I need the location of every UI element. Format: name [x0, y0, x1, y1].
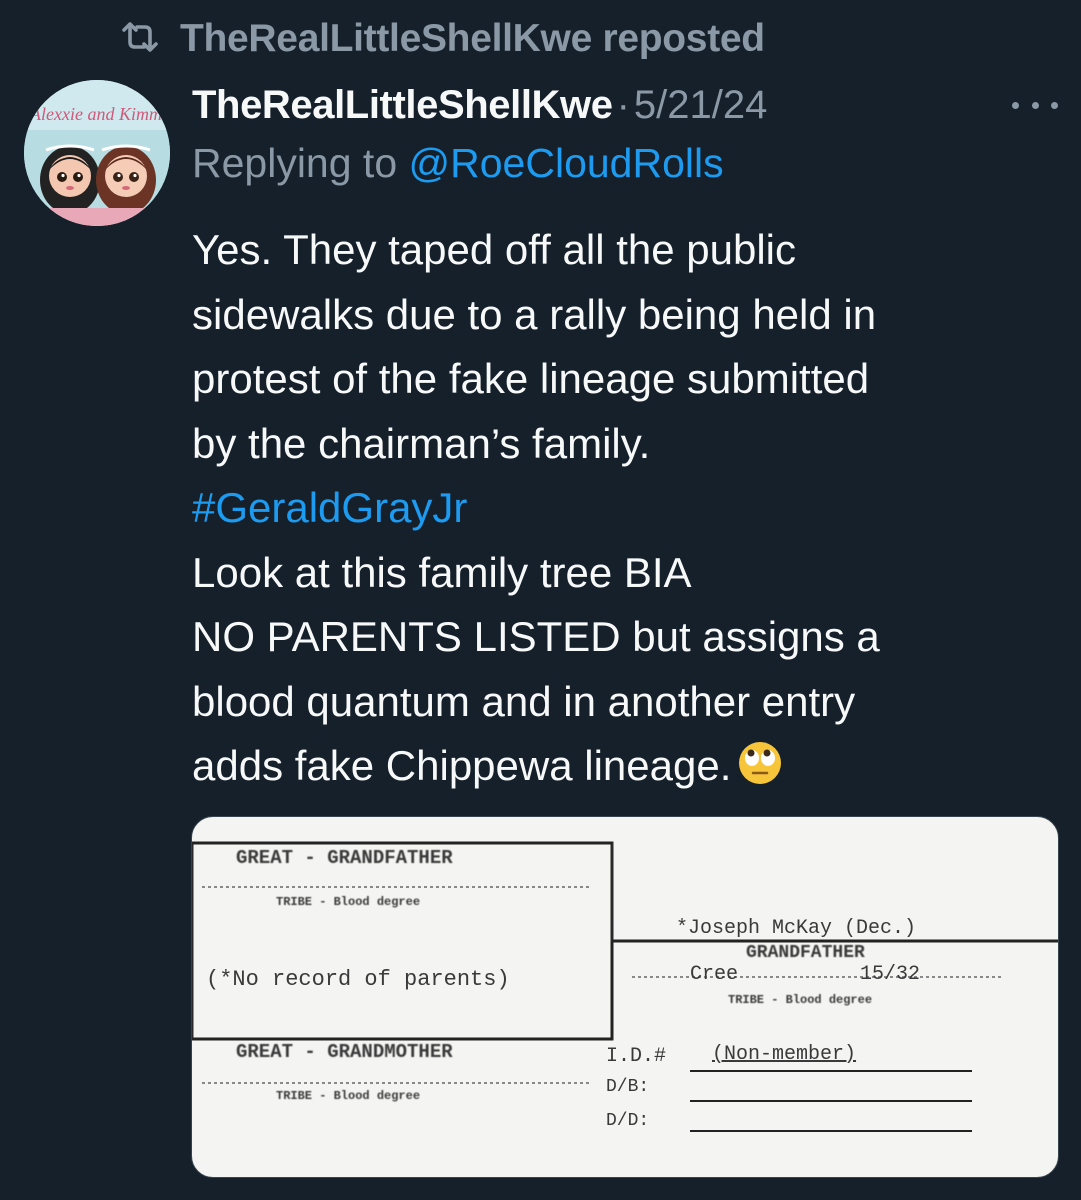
repost-icon	[120, 20, 180, 59]
date-of-birth-label: D/B:	[606, 1077, 650, 1097]
mention-link[interactable]: @RoeCloudRolls	[409, 140, 724, 186]
id-value: (Non-member)	[712, 1043, 857, 1066]
tribe-blood-label: TRIBE - Blood degree	[276, 1089, 421, 1103]
tribe-value: Cree	[690, 963, 739, 986]
tweet-line: Yes. They taped off all the public	[192, 226, 796, 273]
blood-quantum-value: 15/32	[860, 963, 921, 986]
separator-dot: ·	[616, 82, 630, 127]
tribe-blood-label: TRIBE - Blood degree	[728, 993, 873, 1007]
great-grandfather-label: GREAT - GRANDFATHER	[236, 847, 453, 869]
more-options-button[interactable]	[1012, 90, 1058, 120]
hashtag-link[interactable]: #GeraldGrayJr	[192, 484, 467, 531]
tribe-blood-label: TRIBE - Blood degree	[276, 895, 421, 909]
no-record-text: (*No record of parents)	[206, 967, 510, 992]
tweet-line: Look at this family tree BIA	[192, 548, 692, 596]
repost-indicator[interactable]: TheRealLittleShellKwe reposted	[120, 14, 765, 64]
media-image[interactable]: GREAT - GRANDFATHER TRIBE - Blood degree…	[191, 816, 1059, 1178]
repost-label: TheRealLittleShellKwe reposted	[180, 17, 765, 60]
tweet-line: adds fake Chippewa lineage.	[192, 742, 732, 789]
tweet-line: sidewalks due to a rally being held in	[192, 290, 877, 338]
grandfather-label: GRANDFATHER	[746, 943, 865, 963]
tweet-timestamp[interactable]: 5/21/24	[634, 83, 767, 128]
replying-to-label: Replying to	[192, 140, 409, 186]
tweet-text: Yes. They taped off all the public sidew…	[192, 218, 1062, 805]
tweet-line: protest of the fake lineage submitted	[192, 355, 870, 402]
tweet-line: NO PARENTS LISTED but assigns a	[192, 613, 880, 660]
face-with-rolling-eyes-emoji	[737, 740, 783, 805]
avatar[interactable]: Alexxie and Kimm	[24, 80, 170, 226]
joseph-entry: *Joseph McKay (Dec.)	[676, 917, 917, 940]
tweet-line: by the chairman’s family.	[192, 419, 651, 467]
author-display-name[interactable]: TheRealLittleShellKwe	[192, 83, 613, 128]
id-label: I.D.#	[606, 1045, 667, 1068]
family-tree-document: GREAT - GRANDFATHER TRIBE - Blood degree…	[192, 817, 1058, 1177]
great-grandmother-label: GREAT - GRANDMOTHER	[236, 1041, 453, 1063]
replying-to: Replying to @RoeCloudRolls	[192, 140, 724, 200]
tweet-header: TheRealLittleShellKwe · 5/21/24	[192, 78, 767, 132]
tweet-line: blood quantum and in another entry	[192, 677, 856, 725]
more-icon	[1012, 101, 1019, 109]
date-of-death-label: D/D:	[606, 1111, 650, 1131]
avatar-text: Alexxie and Kimm	[29, 104, 162, 124]
